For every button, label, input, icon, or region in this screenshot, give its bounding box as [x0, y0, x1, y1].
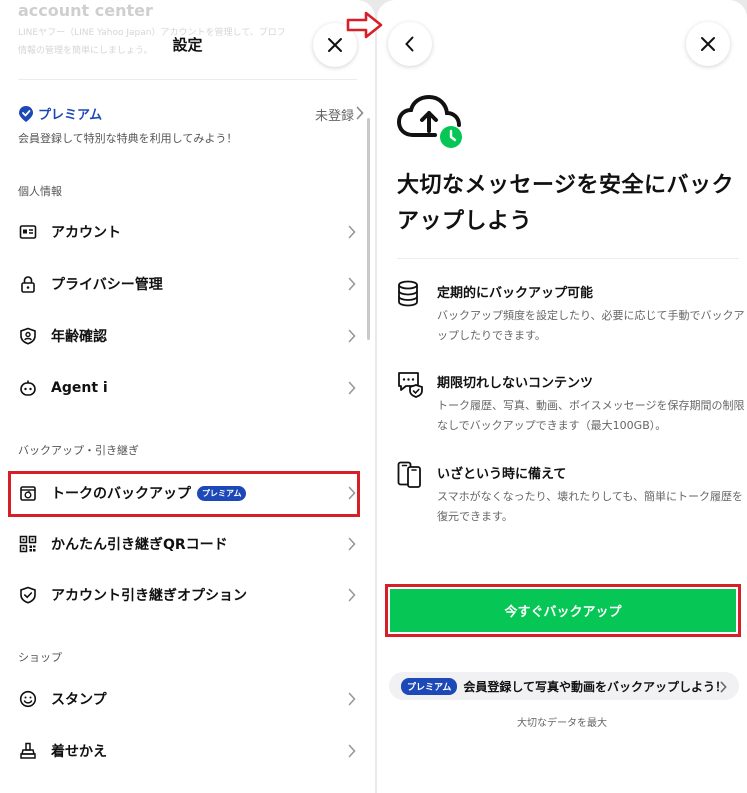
hero-title: 大切なメッセージを安全にバックアップしよう — [397, 173, 735, 234]
chevron-right-icon — [348, 588, 356, 602]
robot-icon — [18, 378, 38, 398]
chevron-right-icon — [348, 277, 356, 291]
cloud-upload-clock-icon — [397, 95, 462, 148]
close-button[interactable] — [686, 22, 730, 66]
menu-item-age-verification[interactable]: 年齢確認 — [18, 321, 356, 351]
close-icon — [328, 38, 342, 52]
section-label-backup: バックアップ・引き継ぎ — [18, 444, 139, 457]
menu-item-agent-i[interactable]: Agent i — [18, 373, 356, 403]
lock-icon — [18, 274, 38, 294]
premium-badge: プレミアム — [401, 677, 458, 695]
section-label-personal: 個人情報 — [18, 185, 62, 198]
chevron-right-icon — [348, 692, 356, 706]
premium-description: 会員登録して特別な特典を利用してみよう！ — [18, 132, 238, 145]
premium-logo: プレミアム — [18, 104, 102, 123]
menu-item-label: アカウント — [51, 225, 121, 241]
divider — [397, 258, 739, 259]
chat-shield-icon — [398, 372, 423, 398]
chevron-right-icon — [356, 106, 364, 120]
premium-row[interactable]: プレミアム 未登録 — [18, 103, 364, 125]
feature-description: スマホがなくなったり、壊れたりしても、簡単にトーク履歴を復元できます。 — [437, 490, 744, 523]
backup-panel: 大切なメッセージを安全にバックアップしよう 定期的にバックアップ可能 バックアッ… — [377, 0, 747, 793]
feature-title: いざという時に備えて — [437, 467, 567, 482]
chevron-right-icon — [348, 744, 356, 758]
close-icon — [701, 37, 715, 51]
shield-check-icon — [18, 585, 38, 605]
menu-item-label: アカウント引き継ぎオプション — [51, 588, 247, 604]
feature-description: トーク履歴、写真、動画、ボイスメッセージを保存期間の制限なしでバックアップできま… — [437, 399, 745, 432]
scrollbar[interactable] — [367, 118, 370, 340]
menu-item-label: かんたん引き継ぎQRコード — [51, 537, 228, 553]
chevron-right-icon — [348, 225, 356, 239]
divider — [18, 79, 357, 80]
menu-item-label: Agent i — [51, 380, 108, 396]
smiley-icon — [18, 689, 38, 709]
footnote-text: 大切なデータを最大 — [517, 718, 607, 729]
section-label-shop: ショップ — [18, 651, 62, 664]
red-arrow-annotation-icon — [346, 11, 383, 39]
menu-item-label: プライバシー管理 — [51, 277, 163, 293]
menu-item-qr-transfer[interactable]: かんたん引き継ぎQRコード — [18, 529, 356, 559]
chevron-right-icon — [720, 681, 727, 693]
menu-item-privacy[interactable]: プライバシー管理 — [18, 269, 356, 299]
database-icon — [398, 280, 418, 307]
menu-item-label: 着せかえ — [51, 744, 107, 760]
settings-panel: account center LINEヤフー（LINE Yahoo Japan）… — [0, 0, 375, 793]
chevron-right-icon — [348, 381, 356, 395]
chevron-right-icon — [348, 329, 356, 343]
feature-title: 期限切れしないコンテンツ — [437, 376, 594, 391]
menu-item-account[interactable]: アカウント — [18, 217, 356, 247]
back-button[interactable] — [388, 22, 432, 66]
premium-pin-icon — [19, 105, 33, 122]
promo-text: 会員登録して写真や動画をバックアップしよう！ — [463, 679, 728, 694]
feature-description: バックアップ頻度を設定したり、必要に応じて手動でバックアップしたりできます。 — [437, 309, 745, 342]
phones-icon — [397, 461, 421, 488]
menu-item-label: 年齢確認 — [51, 329, 107, 345]
shield-check-icon — [18, 326, 38, 346]
brush-icon — [18, 741, 38, 761]
ghost-title: account center — [18, 1, 153, 20]
backup-now-button[interactable]: 今すぐバックアップ — [390, 589, 736, 632]
menu-item-themes[interactable]: 着せかえ — [18, 736, 356, 766]
highlight-annotation-box — [8, 471, 360, 517]
menu-item-label: スタンプ — [51, 692, 107, 708]
qr-code-icon — [18, 534, 38, 554]
premium-status: 未登録 — [314, 109, 354, 124]
id-card-icon — [18, 222, 38, 242]
feature-title: 定期的にバックアップ可能 — [437, 286, 594, 301]
chevron-right-icon — [348, 537, 356, 551]
premium-promo-banner[interactable]: プレミアム 会員登録して写真や動画をバックアップしよう！ — [389, 672, 739, 700]
menu-item-stickers[interactable]: スタンプ — [18, 684, 356, 714]
menu-item-transfer-options[interactable]: アカウント引き継ぎオプション — [18, 580, 356, 610]
premium-logo-text: プレミアム — [38, 108, 103, 123]
chevron-left-icon — [405, 36, 414, 52]
